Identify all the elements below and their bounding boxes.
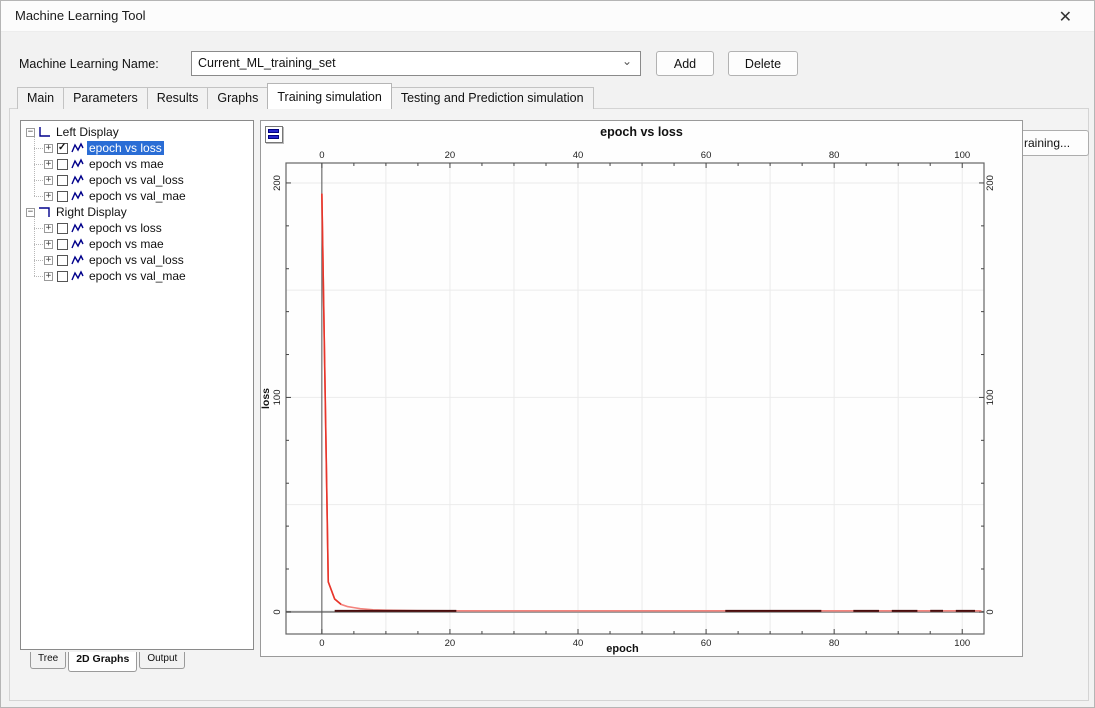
svg-text:20: 20 (445, 150, 456, 161)
tab-main[interactable]: Main (17, 87, 64, 109)
curve-icon (71, 270, 84, 282)
tree-item-left-display-epoch-vs-val-mae[interactable]: + epoch vs val_mae (21, 188, 253, 204)
titlebar: Machine Learning Tool ✕ (1, 1, 1094, 32)
visibility-checkbox[interactable] (57, 143, 68, 154)
svg-text:80: 80 (829, 150, 840, 161)
delete-button[interactable]: Delete (728, 51, 798, 76)
tab-page-frame: −Left Display+epoch vs loss+epoch vs mae… (9, 108, 1089, 701)
visibility-checkbox[interactable] (57, 223, 68, 234)
visibility-checkbox[interactable] (57, 239, 68, 250)
tree-group-right-display[interactable]: − Right Display (21, 204, 253, 220)
chart-properties-icon[interactable] (265, 126, 283, 143)
curve-icon (71, 142, 84, 154)
tree-item-label[interactable]: epoch vs val_loss (87, 173, 186, 187)
tree-item-right-display-epoch-vs-mae[interactable]: + epoch vs mae (21, 236, 253, 252)
expand-icon[interactable]: + (44, 176, 53, 185)
tree-item-right-display-epoch-vs-val-mae[interactable]: + epoch vs val_mae (21, 268, 253, 284)
view-tab-2d-graphs[interactable]: 2D Graphs (68, 652, 137, 672)
curve-icon (71, 158, 84, 170)
tree-item-left-display-epoch-vs-val-loss[interactable]: + epoch vs val_loss (21, 172, 253, 188)
add-button[interactable]: Add (656, 51, 714, 76)
curve-icon (71, 238, 84, 250)
tab-training-simulation[interactable]: Training simulation (267, 83, 391, 109)
curve-icon (71, 222, 84, 234)
machine-learning-tool-window: Machine Learning Tool ✕ Machine Learning… (0, 0, 1095, 708)
chevron-down-icon: ⌄ (622, 54, 632, 68)
left-display-icon (38, 126, 51, 138)
curve-icon (71, 190, 84, 202)
curve-icon (71, 254, 84, 266)
svg-text:40: 40 (573, 150, 584, 161)
tree-item-right-display-epoch-vs-loss[interactable]: + epoch vs loss (21, 220, 253, 236)
loss-chart: 00202040406060808010010000100100200200lo… (261, 121, 1024, 658)
svg-text:0: 0 (985, 609, 996, 614)
tab-strip: MainParametersResultsGraphsTraining simu… (17, 85, 593, 109)
tab-results[interactable]: Results (147, 87, 209, 109)
chart-icon-stripe (268, 129, 279, 133)
display-tree-panel: −Left Display+epoch vs loss+epoch vs mae… (20, 120, 254, 650)
tree-item-label[interactable]: epoch vs loss (87, 141, 164, 155)
right-display-icon (38, 206, 51, 218)
tree-item-right-display-epoch-vs-val-loss[interactable]: + epoch vs val_loss (21, 252, 253, 268)
svg-text:100: 100 (272, 389, 283, 405)
chart-panel: 00202040406060808010010000100100200200lo… (260, 120, 1023, 657)
x-axis-label: epoch (261, 643, 984, 655)
expand-icon[interactable]: + (44, 224, 53, 233)
tab-testing-and-prediction-simulation[interactable]: Testing and Prediction simulation (391, 87, 594, 109)
expand-icon[interactable]: + (44, 160, 53, 169)
expand-icon[interactable]: + (44, 272, 53, 281)
visibility-checkbox[interactable] (57, 159, 68, 170)
svg-text:100: 100 (954, 150, 970, 161)
visibility-checkbox[interactable] (57, 191, 68, 202)
training-button[interactable]: raining... (1023, 130, 1089, 156)
expand-icon[interactable]: + (44, 192, 53, 201)
svg-text:0: 0 (272, 609, 283, 614)
tree-group-label[interactable]: Right Display (54, 205, 129, 219)
expand-icon[interactable]: + (44, 240, 53, 249)
visibility-checkbox[interactable] (57, 255, 68, 266)
expand-icon[interactable]: + (44, 144, 53, 153)
tree-item-left-display-epoch-vs-mae[interactable]: + epoch vs mae (21, 156, 253, 172)
expand-icon[interactable]: + (44, 256, 53, 265)
tree-item-label[interactable]: epoch vs val_mae (87, 189, 188, 203)
tab-graphs[interactable]: Graphs (207, 87, 268, 109)
tree-item-label[interactable]: epoch vs val_loss (87, 253, 186, 267)
view-tab-tree[interactable]: Tree (30, 652, 66, 669)
tree-group-label[interactable]: Left Display (54, 125, 121, 139)
view-tabs: Tree2D GraphsOutput (30, 652, 187, 672)
window-title: Machine Learning Tool (15, 8, 146, 23)
chart-icon-stripe (268, 135, 279, 139)
curve-icon (71, 174, 84, 186)
visibility-checkbox[interactable] (57, 271, 68, 282)
tree-item-label[interactable]: epoch vs mae (87, 157, 166, 171)
svg-text:loss: loss (261, 388, 272, 409)
svg-text:0: 0 (319, 150, 324, 161)
svg-text:200: 200 (985, 175, 996, 191)
svg-text:60: 60 (701, 150, 712, 161)
svg-text:200: 200 (272, 175, 283, 191)
tree-item-label[interactable]: epoch vs loss (87, 221, 164, 235)
chart-title: epoch vs loss (261, 125, 1022, 139)
tree-group-left-display[interactable]: − Left Display (21, 124, 253, 140)
tree-item-label[interactable]: epoch vs val_mae (87, 269, 188, 283)
visibility-checkbox[interactable] (57, 175, 68, 186)
ml-name-value: Current_ML_training_set (198, 56, 336, 70)
close-icon[interactable]: ✕ (1053, 5, 1078, 29)
tab-parameters[interactable]: Parameters (63, 87, 148, 109)
ml-name-label: Machine Learning Name: (19, 57, 159, 71)
tree-item-left-display-epoch-vs-loss[interactable]: + epoch vs loss (21, 140, 253, 156)
ml-name-combobox[interactable]: Current_ML_training_set ⌄ (191, 51, 641, 76)
collapse-icon[interactable]: − (26, 208, 35, 217)
view-tab-output[interactable]: Output (139, 652, 185, 669)
svg-text:100: 100 (985, 389, 996, 405)
collapse-icon[interactable]: − (26, 128, 35, 137)
tree-item-label[interactable]: epoch vs mae (87, 237, 166, 251)
